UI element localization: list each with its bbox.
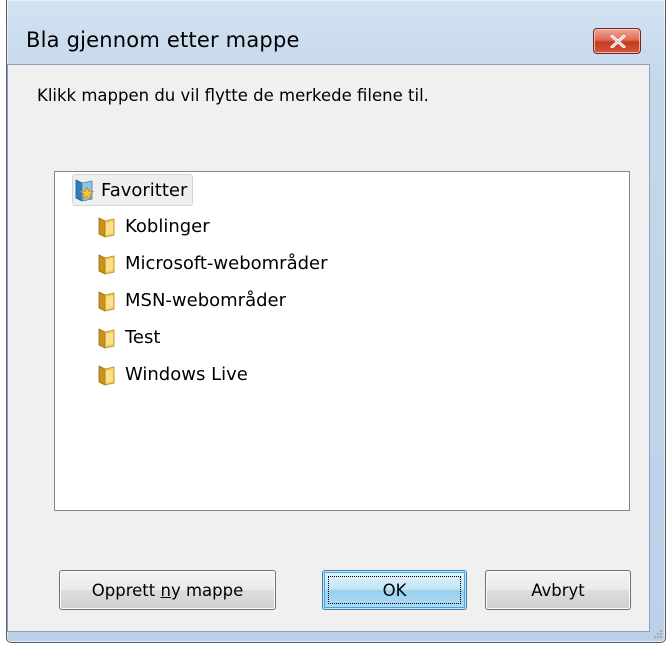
new-folder-label-start: Opprett bbox=[91, 580, 161, 600]
tree-item-koblinger[interactable]: Koblinger bbox=[97, 210, 210, 242]
favorites-folder-icon bbox=[73, 178, 95, 202]
instruction-text: Klikk mappen du vil flytte de merkede fi… bbox=[37, 86, 429, 105]
new-folder-mnemonic: n bbox=[160, 580, 171, 600]
cancel-label: Avbryt bbox=[531, 580, 585, 600]
window-title: Bla gjennom etter mappe bbox=[26, 28, 300, 52]
tree-item-label: Microsoft-webområder bbox=[125, 252, 328, 274]
folder-icon bbox=[97, 362, 119, 386]
folder-tree[interactable]: Favoritter Koblinger Microsoft-webområde… bbox=[54, 171, 630, 511]
tree-item-label: Test bbox=[125, 326, 161, 348]
new-folder-label-end: y mappe bbox=[170, 580, 244, 600]
close-icon bbox=[610, 35, 626, 48]
folder-icon bbox=[97, 325, 119, 349]
cancel-button[interactable]: Avbryt bbox=[485, 570, 631, 610]
tree-item-windows-live[interactable]: Windows Live bbox=[97, 358, 248, 390]
ok-label: OK bbox=[382, 580, 407, 600]
tree-item-label: MSN-webområder bbox=[125, 289, 287, 311]
tree-item-test[interactable]: Test bbox=[97, 321, 160, 353]
new-folder-label: Opprett ny mappe bbox=[92, 581, 243, 600]
new-folder-button[interactable]: Opprett ny mappe bbox=[59, 570, 276, 610]
folder-icon bbox=[97, 214, 119, 238]
tree-item-msn-webomrader[interactable]: MSN-webområder bbox=[97, 284, 286, 316]
tree-item-label: Favoritter bbox=[101, 179, 188, 201]
tree-item-label: Koblinger bbox=[125, 215, 210, 237]
close-button[interactable] bbox=[593, 28, 641, 54]
tree-item-label: Windows Live bbox=[125, 363, 248, 385]
tree-item-favoritter[interactable]: Favoritter bbox=[72, 174, 194, 206]
ok-button[interactable]: OK bbox=[322, 570, 467, 610]
tree-item-microsoft-webomrader[interactable]: Microsoft-webområder bbox=[97, 247, 328, 279]
resize-grip-icon[interactable] bbox=[651, 629, 663, 641]
folder-icon bbox=[97, 288, 119, 312]
folder-icon bbox=[97, 251, 119, 275]
